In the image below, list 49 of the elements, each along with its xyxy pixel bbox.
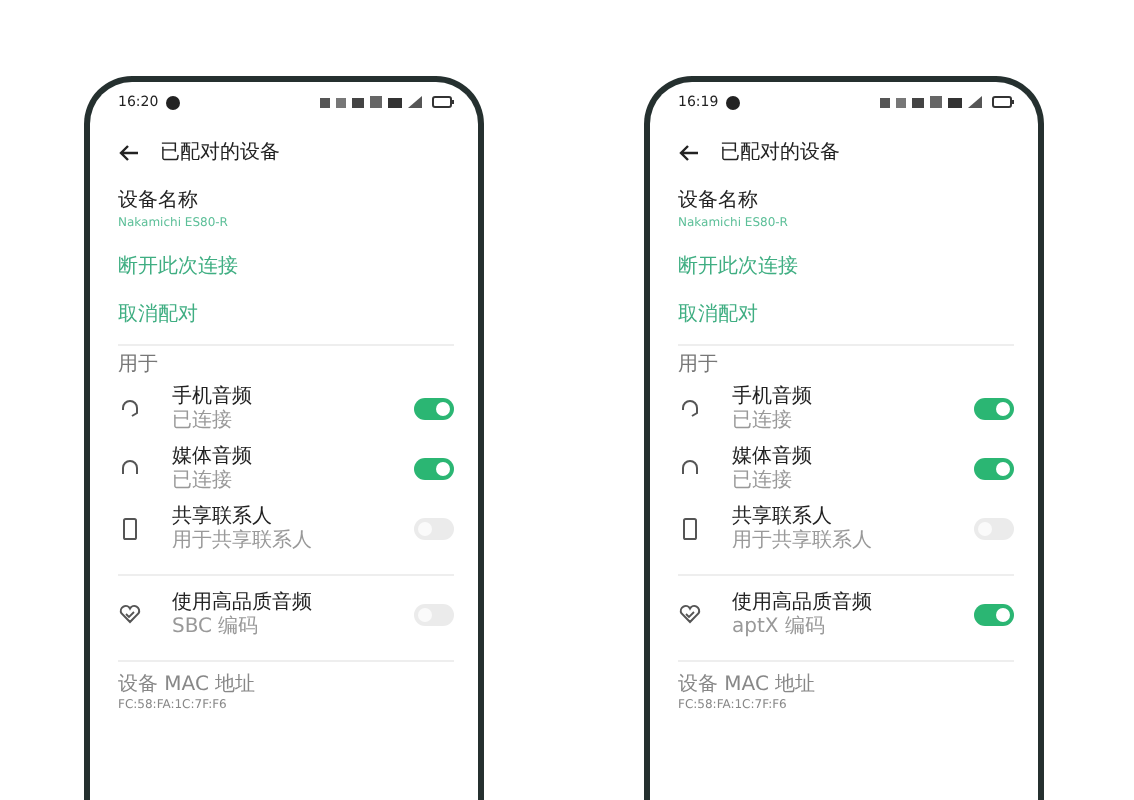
profile-title: 手机音频 — [172, 385, 254, 409]
toggle-switch[interactable] — [974, 603, 1014, 625]
headset-icon — [118, 398, 142, 418]
action-link[interactable]: 断开此次连接 — [118, 252, 238, 280]
hq-audio-title: 使用高品质音频 — [172, 591, 314, 615]
headset-icon — [678, 398, 702, 418]
device-name-label: 设备名称 — [118, 190, 200, 214]
codec-label: aptX 编码 — [732, 615, 827, 637]
status-icons-drawing — [880, 95, 984, 109]
back-button[interactable] — [678, 143, 700, 161]
codec-label: SBC 编码 — [172, 615, 261, 637]
phone-icon — [678, 517, 702, 539]
battery-icon — [432, 96, 454, 108]
profile-title: 媒体音频 — [732, 445, 814, 469]
back-button[interactable] — [118, 143, 140, 161]
mac-label: 设备 MAC 地址 — [678, 674, 818, 698]
profile-title: 共享联系人 — [732, 505, 834, 529]
toggle-switch[interactable] — [974, 397, 1014, 419]
profile-status: 已连接 — [732, 409, 794, 431]
headphones-icon — [678, 458, 702, 478]
section-label: 用于 — [118, 354, 160, 378]
phone-icon — [118, 517, 142, 539]
page-title: 已配对的设备 — [720, 139, 840, 166]
profile-status: 用于共享联系人 — [172, 529, 314, 551]
battery-icon — [992, 96, 1014, 108]
profile-title: 手机音频 — [732, 385, 814, 409]
action-link[interactable]: 断开此次连接 — [678, 252, 798, 280]
profile-status: 已连接 — [172, 409, 234, 431]
toggle-switch[interactable] — [414, 457, 454, 479]
profile-status: 已连接 — [172, 469, 234, 491]
status-icons-drawing — [320, 95, 424, 109]
profile-status: 用于共享联系人 — [732, 529, 874, 551]
device-name-label: 设备名称 — [678, 190, 760, 214]
profile-title: 媒体音频 — [172, 445, 254, 469]
heart-icon — [118, 604, 142, 624]
toggle-switch[interactable] — [414, 397, 454, 419]
notification-icon — [726, 95, 741, 109]
notification-icon — [166, 95, 181, 109]
toggle-switch[interactable] — [974, 457, 1014, 479]
section-label: 用于 — [678, 354, 720, 378]
page-title: 已配对的设备 — [160, 139, 280, 166]
action-link[interactable]: 取消配对 — [678, 300, 758, 328]
hq-audio-title: 使用高品质音频 — [732, 591, 874, 615]
headphones-icon — [118, 458, 142, 478]
heart-icon — [678, 604, 702, 624]
profile-title: 共享联系人 — [172, 505, 274, 529]
action-link[interactable]: 取消配对 — [118, 300, 198, 328]
mac-label: 设备 MAC 地址 — [118, 674, 258, 698]
profile-status: 已连接 — [732, 469, 794, 491]
